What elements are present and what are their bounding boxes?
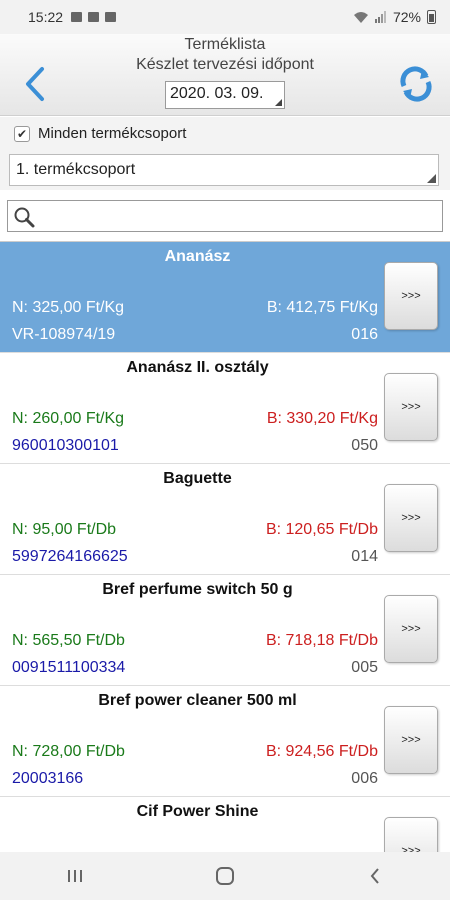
product-code: 0091511100334 — [12, 659, 126, 676]
all-groups-toggle[interactable]: ✔ Minden termékcsoport — [14, 125, 186, 142]
all-groups-checkbox[interactable]: ✔ — [14, 125, 30, 142]
product-number: 005 — [351, 659, 378, 676]
product-name: Ananász II. osztály — [126, 359, 269, 376]
product-row[interactable]: Baguette N: 95,00 Ft/Db B: 120,65 Ft/Db … — [0, 464, 450, 575]
product-code: VR-108974/19 — [12, 326, 116, 343]
product-name: Bref power cleaner 500 ml — [98, 692, 297, 709]
details-button[interactable]: >>> — [384, 262, 438, 330]
product-row[interactable]: Ananász II. osztály N: 260,00 Ft/Kg B: 3… — [0, 353, 450, 464]
notification-icons — [71, 12, 117, 22]
recent-apps-button[interactable] — [55, 861, 95, 891]
product-code: 960010300101 — [12, 437, 119, 454]
net-price: N: 325,00 Ft/Kg — [12, 299, 125, 316]
checkbox-notification-icon — [105, 12, 117, 22]
details-button[interactable]: >>> — [384, 595, 438, 663]
net-price: N: 728,00 Ft/Db — [12, 743, 125, 760]
product-number: 050 — [351, 437, 378, 454]
page-title: Terméklista — [184, 36, 266, 53]
gross-price: B: 412,75 Ft/Kg — [266, 299, 378, 316]
product-row[interactable]: Bref power cleaner 500 ml N: 728,00 Ft/D… — [0, 686, 450, 797]
product-group-select[interactable]: 1. termékcsoport — [9, 154, 439, 186]
search-box[interactable] — [7, 200, 443, 232]
home-icon — [216, 867, 234, 885]
gross-price: B: 330,20 Ft/Kg — [266, 410, 378, 427]
system-back-button[interactable] — [355, 861, 395, 891]
product-name: Ananász — [164, 248, 231, 265]
message-icon — [88, 12, 100, 22]
battery-icon — [427, 10, 436, 24]
product-group-value: 1. termékcsoport — [16, 161, 136, 178]
gross-price: B: 120,65 Ft/Db — [265, 521, 378, 538]
status-time: 15:22 — [28, 9, 64, 25]
gross-price: B: 924,56 Ft/Db — [265, 743, 378, 760]
product-row[interactable]: Cif Power Shine >>> — [0, 797, 450, 852]
gallery-icon — [71, 12, 83, 22]
product-name: Baguette — [163, 470, 232, 487]
home-button[interactable] — [205, 861, 245, 891]
product-name: Cif Power Shine — [136, 803, 259, 820]
select-dropdown-corner — [427, 174, 436, 183]
net-price: N: 95,00 Ft/Db — [12, 521, 117, 538]
planning-date-label: Készlet tervezési időpont — [136, 56, 314, 73]
signal-icon — [374, 11, 386, 23]
date-dropdown-corner — [275, 99, 282, 106]
back-arrow-icon[interactable] — [20, 64, 50, 104]
chevron-left-icon — [370, 868, 379, 884]
filter-panel: ✔ Minden termékcsoport 1. termékcsoport — [0, 117, 450, 190]
product-row[interactable]: Bref perfume switch 50 g N: 565,50 Ft/Db… — [0, 575, 450, 686]
recent-apps-icon — [68, 870, 82, 882]
gross-price: B: 718,18 Ft/Db — [265, 632, 378, 649]
wifi-icon — [353, 12, 368, 23]
refresh-icon[interactable] — [396, 64, 436, 104]
status-bar: 15:22 72% — [0, 0, 450, 34]
planning-date-value: 2020. 03. 09. — [170, 85, 264, 102]
header: Terméklista Készlet tervezési időpont 20… — [0, 34, 450, 116]
details-button[interactable]: >>> — [384, 484, 438, 552]
planning-date-field[interactable]: 2020. 03. 09. — [165, 81, 285, 109]
product-name: Bref perfume switch 50 g — [102, 581, 293, 598]
product-row[interactable]: Ananász N: 325,00 Ft/Kg B: 412,75 Ft/Kg … — [0, 242, 450, 353]
product-number: 006 — [351, 770, 378, 787]
system-navigation-bar — [0, 852, 450, 900]
search-input[interactable] — [38, 203, 438, 229]
search-bar — [0, 190, 450, 242]
product-number: 014 — [351, 548, 378, 565]
details-button[interactable]: >>> — [384, 706, 438, 774]
all-groups-label: Minden termékcsoport — [38, 125, 187, 142]
battery-percent: 72% — [392, 9, 421, 25]
details-button[interactable]: >>> — [384, 817, 438, 852]
details-button[interactable]: >>> — [384, 373, 438, 441]
search-icon — [14, 207, 35, 228]
product-number: 016 — [351, 326, 378, 343]
product-list: Ananász N: 325,00 Ft/Kg B: 412,75 Ft/Kg … — [0, 242, 450, 852]
product-code: 20003166 — [12, 770, 84, 787]
product-code: 5997264166625 — [12, 548, 128, 565]
net-price: N: 565,50 Ft/Db — [12, 632, 125, 649]
net-price: N: 260,00 Ft/Kg — [12, 410, 125, 427]
